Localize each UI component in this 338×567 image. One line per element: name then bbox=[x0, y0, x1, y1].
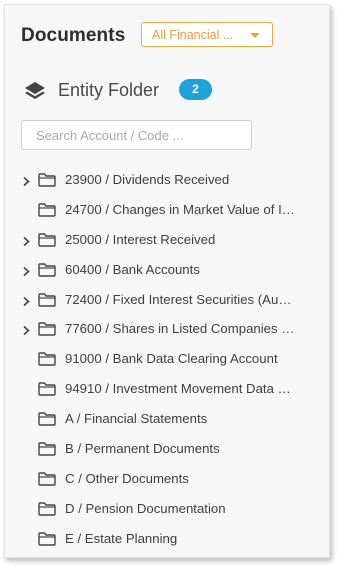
folder-icon bbox=[38, 292, 56, 307]
panel-header: Documents All Financial ... bbox=[21, 22, 321, 55]
folder-icon bbox=[38, 262, 56, 277]
filter-selected-value: All Financial ... bbox=[152, 28, 234, 42]
entity-folder-heading: Entity Folder 2 bbox=[23, 77, 313, 105]
folder-icon bbox=[38, 352, 56, 367]
folder-icon bbox=[38, 502, 56, 516]
tree-item-label: 72400 / Fixed Interest Securities (Austr… bbox=[65, 291, 295, 307]
tree-item[interactable]: 91000 / Bank Data Clearing Account bbox=[5, 344, 331, 374]
tree-item[interactable]: 23900 / Dividends Received bbox=[5, 165, 331, 195]
tree-item-label: B / Permanent Documents bbox=[65, 441, 220, 457]
account-folder-tree: 23900 / Dividends Received 24700 / Change… bbox=[5, 165, 331, 554]
folder-icon bbox=[38, 412, 56, 426]
folder-icon bbox=[38, 472, 56, 486]
entity-count-badge: 2 bbox=[179, 79, 212, 100]
tree-item[interactable]: E / Estate Planning bbox=[5, 524, 331, 554]
tree-item[interactable]: 72400 / Fixed Interest Securities (Austr… bbox=[5, 285, 331, 315]
chevron-right-icon[interactable] bbox=[22, 294, 31, 306]
layers-icon bbox=[25, 82, 45, 99]
folder-icon bbox=[38, 531, 56, 546]
documents-panel: Documents All Financial ... Entity Folde… bbox=[4, 4, 330, 558]
chevron-right-icon[interactable] bbox=[22, 174, 31, 187]
chevron-right-icon[interactable] bbox=[22, 264, 31, 276]
chevron-right-icon[interactable] bbox=[22, 323, 31, 336]
chevron-right-icon[interactable] bbox=[22, 234, 31, 246]
tree-item[interactable]: 60400 / Bank Accounts bbox=[5, 255, 331, 285]
tree-item-label: 77600 / Shares in Listed Companies (Aust… bbox=[65, 321, 295, 337]
tree-item-label: C / Other Documents bbox=[65, 470, 189, 486]
folder-icon bbox=[38, 382, 56, 396]
tree-item-label: 24700 / Changes in Market Value of Inves… bbox=[65, 201, 295, 217]
tree-item[interactable]: 25000 / Interest Received bbox=[5, 225, 331, 255]
tree-item[interactable]: 24700 / Changes in Market Value of Inves… bbox=[5, 195, 331, 225]
search-account-input[interactable] bbox=[21, 120, 252, 150]
tree-item[interactable]: 77600 / Shares in Listed Companies (Aust… bbox=[5, 314, 331, 344]
tree-item[interactable]: 94910 / Investment Movement Data Clearin… bbox=[5, 374, 331, 404]
tree-item-label: E / Estate Planning bbox=[65, 530, 178, 546]
tree-item[interactable]: D / Pension Documentation bbox=[5, 494, 331, 524]
tree-item-label: D / Pension Documentation bbox=[65, 500, 226, 516]
tree-item-label: 91000 / Bank Data Clearing Account bbox=[65, 351, 278, 367]
folder-icon bbox=[38, 203, 56, 217]
tree-item[interactable]: B / Permanent Documents bbox=[5, 434, 331, 464]
tree-item-label: 94910 / Investment Movement Data Clearin… bbox=[65, 381, 295, 397]
document-filter-dropdown[interactable]: All Financial ... bbox=[141, 22, 273, 47]
folder-icon bbox=[38, 173, 56, 187]
tree-item-label: 60400 / Bank Accounts bbox=[65, 261, 200, 277]
folder-icon bbox=[38, 442, 56, 456]
tree-item[interactable]: C / Other Documents bbox=[5, 464, 331, 494]
folder-icon bbox=[38, 322, 56, 337]
folder-icon bbox=[38, 233, 56, 247]
tree-item-label: A / Financial Statements bbox=[65, 411, 208, 427]
tree-item[interactable]: A / Financial Statements bbox=[5, 404, 331, 434]
tree-item-label: 25000 / Interest Received bbox=[65, 231, 216, 247]
tree-item-label: 23900 / Dividends Received bbox=[65, 172, 230, 187]
entity-folder-label: Entity Folder bbox=[58, 80, 160, 100]
caret-down-icon bbox=[250, 33, 260, 38]
page-title: Documents bbox=[21, 25, 126, 46]
